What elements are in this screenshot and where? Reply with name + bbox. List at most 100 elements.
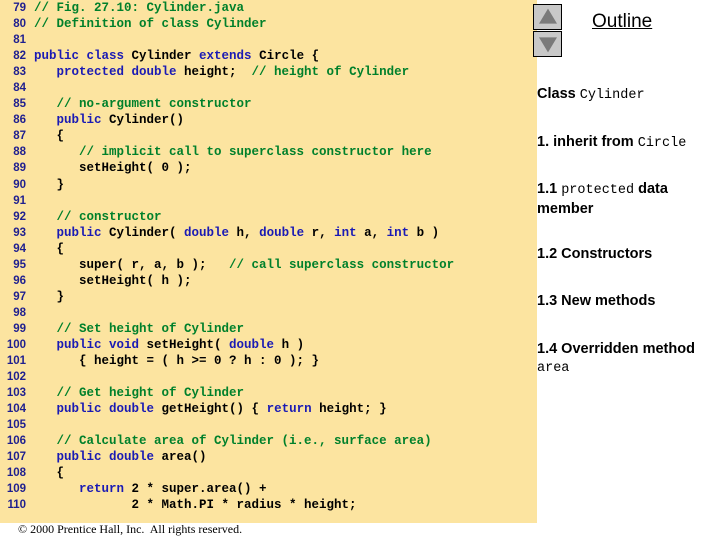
code-token: public double bbox=[34, 402, 162, 417]
code-line: 81 bbox=[0, 32, 533, 48]
code-token: setHeight( bbox=[146, 337, 230, 352]
code-token: // Set height of Cylinder bbox=[56, 321, 245, 336]
code-token: return bbox=[79, 482, 132, 497]
code-line-source: public double getHeight() { return heigh… bbox=[26, 401, 387, 417]
code-token: height; bbox=[184, 65, 252, 80]
code-line: 91 bbox=[0, 193, 533, 209]
code-line-number: 104 bbox=[6, 403, 26, 416]
code-line-number: 93 bbox=[13, 226, 26, 239]
code-token: b ) bbox=[416, 225, 440, 240]
code-token: public class bbox=[34, 49, 132, 64]
code-token: protected double bbox=[34, 65, 185, 80]
code-line-number: 109 bbox=[6, 483, 26, 496]
code-line-source: } bbox=[26, 289, 65, 305]
code-token: // Get height of Cylinder bbox=[56, 386, 245, 401]
outline-item-label: 1.2 Constructors bbox=[537, 246, 653, 262]
outline-item-new-methods: 1.3 New methods bbox=[537, 292, 720, 310]
code-line: 104 public double getHeight() { return h… bbox=[0, 401, 533, 417]
code-line-source: { bbox=[26, 465, 65, 481]
code-token: // no-argument constructor bbox=[56, 97, 252, 112]
code-token: { bbox=[34, 241, 65, 256]
scroll-down-button[interactable] bbox=[533, 31, 562, 57]
code-line-number: 101 bbox=[6, 355, 26, 368]
code-line: 102 bbox=[0, 369, 533, 385]
copyright-footer: © 2000 Prentice Hall, Inc. All rights re… bbox=[18, 522, 243, 536]
code-line-number: 102 bbox=[6, 371, 26, 384]
code-token: setHeight( 0 ); bbox=[34, 161, 192, 176]
code-token: setHeight( h ); bbox=[34, 273, 192, 288]
code-line-number: 88 bbox=[13, 146, 26, 159]
code-line: 80 // Definition of class Cylinder bbox=[0, 16, 533, 32]
code-line: 109 return 2 * super.area() + bbox=[0, 481, 533, 497]
code-token: // constructor bbox=[56, 209, 162, 224]
code-token: int bbox=[334, 225, 365, 240]
code-line-number: 100 bbox=[6, 338, 26, 351]
code-token: { bbox=[34, 129, 65, 144]
code-token: 2 * Math.PI * radius * height; bbox=[34, 498, 357, 513]
code-line-source: super( r, a, b ); // call superclass con… bbox=[26, 257, 454, 273]
code-line-number: 108 bbox=[6, 467, 26, 480]
code-line: 90 } bbox=[0, 177, 533, 193]
code-line: 84 bbox=[0, 80, 533, 96]
code-token: a, bbox=[364, 225, 387, 240]
code-line-source: // Calculate area of Cylinder (i.e., sur… bbox=[26, 433, 432, 449]
code-line: 94 { bbox=[0, 241, 533, 257]
code-token: // Fig. 27.10: Cylinder.java bbox=[34, 1, 245, 15]
outline-item-overridden-method-area: 1.4 Overridden method area bbox=[537, 340, 720, 378]
code-token: double bbox=[259, 225, 312, 240]
code-token: double bbox=[229, 337, 282, 352]
outline-item-label: 1. inherit from bbox=[537, 134, 638, 150]
code-token: public bbox=[34, 225, 110, 240]
code-line-number: 84 bbox=[13, 82, 26, 95]
code-line-source: setHeight( 0 ); bbox=[26, 160, 192, 176]
scroll-up-button[interactable] bbox=[533, 4, 562, 30]
outline-item-constructors: 1.2 Constructors bbox=[537, 245, 720, 263]
code-line-source: // constructor bbox=[26, 209, 162, 225]
code-token: // implicit call to superclass construct… bbox=[79, 145, 432, 160]
code-token: Circle { bbox=[259, 49, 320, 64]
code-line: 97 } bbox=[0, 289, 533, 305]
code-line-number: 81 bbox=[13, 34, 26, 47]
code-line-number: 87 bbox=[13, 130, 26, 143]
code-line-number: 90 bbox=[13, 178, 26, 191]
code-token: height; } bbox=[319, 402, 387, 417]
code-token: return bbox=[266, 402, 320, 417]
code-token: // call superclass constructor bbox=[229, 257, 455, 272]
code-line-number: 105 bbox=[6, 419, 26, 432]
code-line-source: { bbox=[26, 128, 65, 144]
outline-title: Outline bbox=[592, 11, 653, 32]
code-line: 98 bbox=[0, 305, 533, 321]
triangle-down-icon bbox=[538, 37, 557, 53]
code-line-source: 2 * Math.PI * radius * height; bbox=[26, 497, 357, 513]
code-line-source: setHeight( h ); bbox=[26, 273, 192, 289]
code-token: 2 * super.area() + bbox=[131, 482, 267, 497]
code-line-number: 99 bbox=[13, 322, 26, 335]
code-line-number: 106 bbox=[6, 435, 26, 448]
code-line: 89 setHeight( 0 ); bbox=[0, 160, 533, 176]
code-line-number: 96 bbox=[13, 274, 26, 287]
code-token: extends bbox=[199, 49, 260, 64]
code-token: // Definition of class Cylinder bbox=[34, 17, 267, 32]
outline-item-class-cylinder: Class Cylinder bbox=[537, 85, 720, 105]
code-line-source: public class Cylinder extends Circle { bbox=[26, 48, 319, 64]
code-token: { bbox=[34, 466, 65, 481]
code-line-number: 79 bbox=[13, 2, 26, 14]
code-token: // height of Cylinder bbox=[251, 65, 410, 80]
code-line-source: { bbox=[26, 241, 65, 257]
outline-item-label: 1.1 bbox=[537, 181, 562, 197]
code-line-source: } bbox=[26, 177, 65, 193]
code-line: 99 // Set height of Cylinder bbox=[0, 321, 533, 337]
code-line: 88 // implicit call to superclass constr… bbox=[0, 144, 533, 160]
code-line-number: 94 bbox=[13, 242, 26, 255]
code-token: } bbox=[34, 289, 65, 304]
code-line: 100 public void setHeight( double h ) bbox=[0, 337, 533, 353]
outline-item-code-term: protected bbox=[561, 183, 635, 198]
code-line: 105 bbox=[0, 417, 533, 433]
code-line-number: 95 bbox=[13, 258, 26, 271]
code-line-source: public double area() bbox=[26, 449, 207, 465]
code-line: 86 public Cylinder() bbox=[0, 112, 533, 128]
